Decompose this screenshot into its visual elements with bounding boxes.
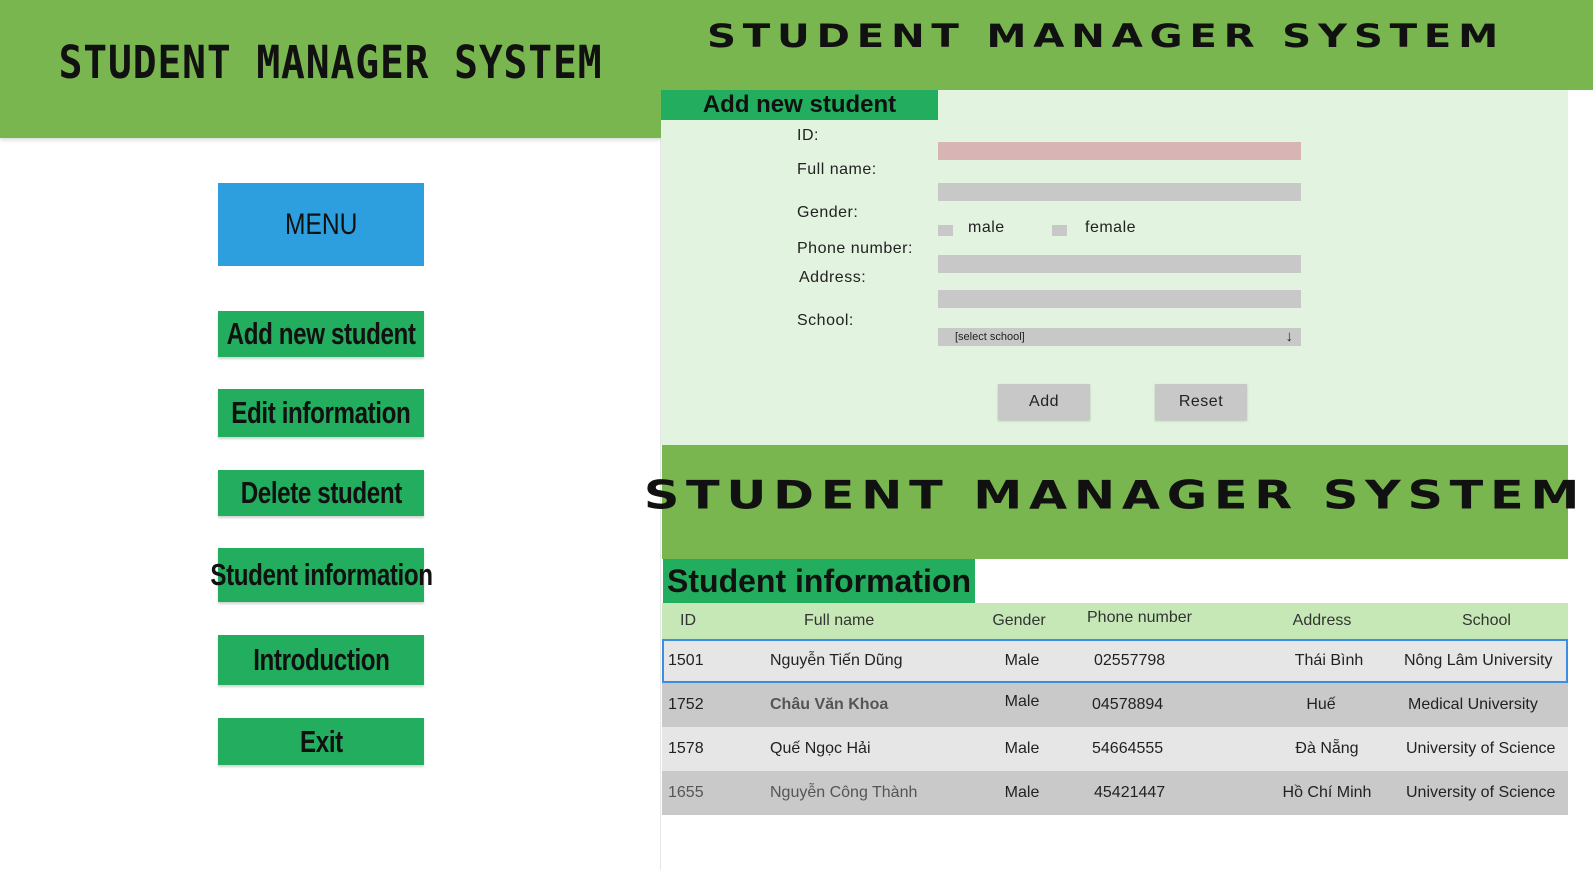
- full-name-field[interactable]: [938, 183, 1301, 201]
- student-information-label: Student information: [209, 557, 433, 592]
- cell-id: 1655: [668, 784, 704, 801]
- table-row[interactable]: 1752 Châu Văn Khoa Male 04578894 Huế Med…: [662, 683, 1568, 727]
- cell-gender: Male: [1004, 784, 1040, 801]
- reset-button[interactable]: Reset: [1155, 384, 1247, 420]
- phone-number-label: Phone number:: [797, 240, 913, 257]
- info-panel-title: STUDENT MANAGER SYSTEM: [643, 472, 1587, 519]
- exit-button[interactable]: Exit: [218, 718, 424, 765]
- table-body: 1501 Nguyễn Tiến Dũng Male 02557798 Thái…: [662, 639, 1568, 815]
- cell-address: Thái Bình: [1294, 652, 1364, 669]
- exit-label: Exit: [299, 723, 343, 759]
- address-field[interactable]: [938, 290, 1301, 308]
- column-header-gender[interactable]: Gender: [979, 603, 1059, 639]
- female-checkbox[interactable]: [1052, 225, 1067, 236]
- cell-phone-number: 45421447: [1094, 784, 1166, 801]
- table-row[interactable]: 1655 Nguyễn Công Thành Male 45421447 Hồ …: [662, 771, 1568, 815]
- app-title: STUDENT MANAGER SYSTEM: [58, 36, 603, 89]
- table-row[interactable]: 1578 Quế Ngọc Hải Male 54664555 Đà Nẵng …: [662, 727, 1568, 771]
- school-label: School:: [797, 312, 854, 329]
- delete-student-button[interactable]: Delete student: [218, 470, 424, 516]
- delete-student-label: Delete student: [240, 475, 402, 510]
- address-label: Address:: [799, 269, 867, 286]
- school-selected-value: [select school]: [955, 331, 1025, 343]
- student-table: ID Full name Gender Phone number Address…: [662, 603, 1568, 815]
- cell-school: University of Science: [1406, 740, 1556, 757]
- cell-full-name: Quế Ngọc Hải: [770, 740, 871, 757]
- cell-full-name: Nguyễn Công Thành: [770, 784, 918, 801]
- cell-gender: Male: [1004, 693, 1040, 710]
- cell-phone-number: 02557798: [1094, 652, 1166, 669]
- cell-school: Nông Lâm University: [1404, 652, 1553, 669]
- cell-id: 1501: [668, 652, 704, 669]
- add-new-student-tab: Add new student: [661, 90, 938, 120]
- column-header-address[interactable]: Address: [1257, 603, 1387, 639]
- cell-phone-number: 04578894: [1092, 696, 1164, 713]
- female-option-label: female: [1085, 219, 1137, 236]
- cell-school: Medical University: [1408, 696, 1538, 713]
- school-select[interactable]: [select school] ↓: [938, 328, 1301, 346]
- menu-heading-label: MENU: [284, 207, 358, 241]
- phone-number-field[interactable]: [938, 255, 1301, 273]
- cell-address: Hồ Chí Minh: [1282, 784, 1372, 801]
- edit-information-button[interactable]: Edit information: [218, 389, 424, 437]
- full-name-label: Full name:: [797, 161, 877, 178]
- menu-heading: MENU: [218, 183, 424, 266]
- male-option-label: male: [968, 219, 1005, 236]
- column-header-id[interactable]: ID: [680, 603, 760, 639]
- column-header-full-name[interactable]: Full name: [804, 603, 1004, 639]
- cell-school: University of Science: [1406, 784, 1556, 801]
- introduction-button[interactable]: Introduction: [218, 635, 424, 685]
- cell-gender: Male: [1004, 652, 1040, 669]
- cell-address: Huế: [1306, 696, 1336, 713]
- dropdown-arrow-icon: ↓: [1285, 328, 1294, 345]
- edit-information-label: Edit information: [231, 395, 411, 430]
- cell-full-name: Châu Văn Khoa: [770, 696, 889, 713]
- id-field[interactable]: [938, 142, 1301, 160]
- cell-address: Đà Nẵng: [1295, 740, 1359, 757]
- add-new-student-label: Add new student: [226, 316, 416, 351]
- gender-label: Gender:: [797, 204, 859, 221]
- cell-id: 1578: [668, 740, 704, 757]
- add-panel-title: STUDENT MANAGER SYSTEM: [707, 18, 1505, 55]
- add-new-student-button[interactable]: Add new student: [218, 311, 424, 357]
- table-header-row: ID Full name Gender Phone number Address…: [662, 603, 1568, 639]
- cell-phone-number: 54664555: [1092, 740, 1164, 757]
- cell-full-name: Nguyễn Tiến Dũng: [770, 652, 903, 669]
- male-checkbox[interactable]: [938, 225, 953, 236]
- student-information-button[interactable]: Student information: [210, 548, 433, 602]
- add-button[interactable]: Add: [998, 384, 1090, 420]
- column-header-school[interactable]: School: [1462, 603, 1593, 639]
- student-information-tab: Student information: [663, 559, 975, 603]
- table-row[interactable]: 1501 Nguyễn Tiến Dũng Male 02557798 Thái…: [662, 639, 1568, 683]
- id-label: ID:: [797, 127, 819, 144]
- column-header-phone-number[interactable]: Phone number: [1087, 600, 1207, 636]
- cell-id: 1752: [668, 696, 704, 713]
- introduction-label: Introduction: [252, 642, 390, 677]
- cell-gender: Male: [1004, 740, 1040, 757]
